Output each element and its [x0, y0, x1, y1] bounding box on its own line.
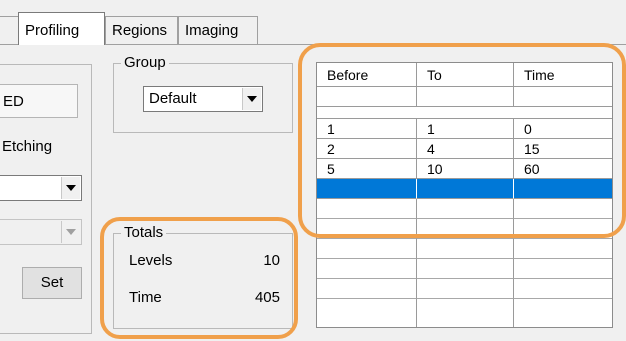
tab-imaging[interactable]: Imaging — [178, 16, 258, 44]
name-field[interactable]: ED — [0, 84, 78, 118]
grid-cell[interactable] — [417, 239, 514, 259]
grid-cell[interactable] — [514, 299, 612, 327]
tab-regions[interactable]: Regions — [105, 16, 178, 44]
table-row[interactable] — [317, 259, 612, 279]
etching-label: Etching — [2, 138, 53, 155]
etching-dropdown[interactable] — [0, 175, 82, 201]
grid-cell[interactable] — [514, 259, 612, 279]
tab-hidden-previous[interactable] — [0, 16, 20, 44]
grid-cell[interactable] — [317, 299, 417, 327]
totals-highlight-annotation — [100, 217, 298, 339]
group-title: Group — [121, 54, 169, 71]
grid-cell[interactable] — [417, 279, 514, 299]
group-dropdown-value: Default — [149, 90, 197, 107]
chevron-down-icon — [61, 221, 80, 243]
chevron-down-icon[interactable] — [242, 88, 261, 110]
grid-highlight-annotation — [298, 43, 626, 238]
grid-cell[interactable] — [514, 279, 612, 299]
grid-cell[interactable] — [514, 239, 612, 259]
grid-cell[interactable] — [417, 259, 514, 279]
grid-cell[interactable] — [317, 279, 417, 299]
disabled-dropdown — [0, 219, 82, 245]
grid-cell[interactable] — [317, 259, 417, 279]
table-row[interactable] — [317, 299, 612, 327]
set-button[interactable]: Set — [22, 267, 82, 299]
tab-profiling[interactable]: Profiling — [18, 12, 105, 45]
tab-strip: Profiling Regions Imaging — [0, 0, 626, 45]
table-row[interactable] — [317, 279, 612, 299]
grid-cell[interactable] — [417, 299, 514, 327]
table-row[interactable] — [317, 239, 612, 259]
grid-cell[interactable] — [317, 239, 417, 259]
chevron-down-icon[interactable] — [61, 177, 80, 199]
group-dropdown[interactable]: Default — [143, 86, 263, 112]
